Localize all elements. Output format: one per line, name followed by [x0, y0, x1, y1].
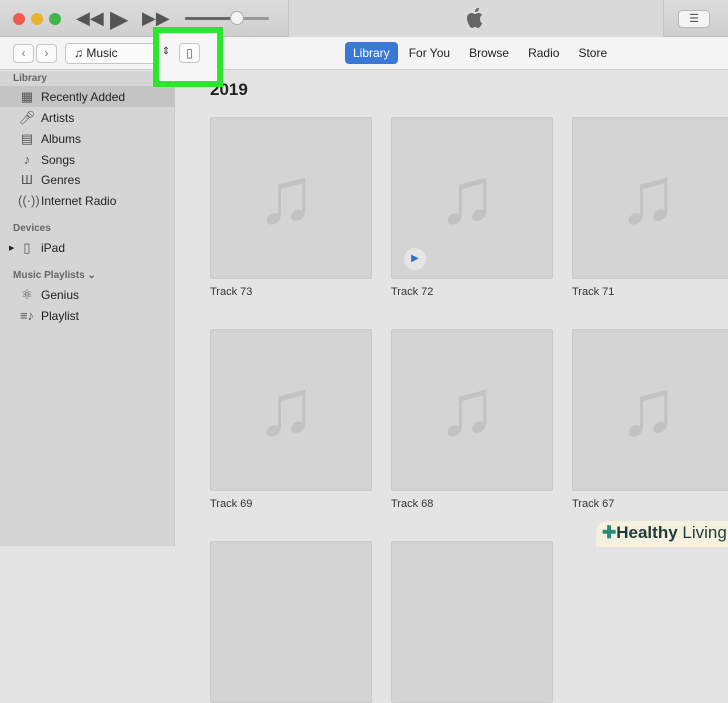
track-title[interactable]: Track 71 [572, 286, 614, 298]
sidebar-item-songs[interactable]: ♪ Songs [0, 149, 175, 170]
fast-forward-icon[interactable]: ▶▶ [142, 8, 170, 29]
sidebar-item-recently-added[interactable]: ▦ Recently Added [0, 86, 175, 107]
tab-bar: Library For You Browse Radio Store [345, 42, 615, 64]
album-tile[interactable]: ♫ ▶ [391, 117, 553, 279]
grid-icon: ▦ [20, 88, 34, 104]
antenna-icon: ((·)) [18, 193, 40, 208]
up-next-button[interactable]: ☰ [678, 10, 710, 28]
music-note-icon: ♫ [256, 151, 316, 240]
track-title[interactable]: Track 73 [210, 286, 252, 298]
music-note-icon: ♫ [74, 46, 83, 60]
rewind-icon[interactable]: ◀◀ [76, 8, 104, 29]
sidebar: Library ▦ Recently Added 🎤︎ Artists ▤ Album… [0, 71, 175, 546]
track-title[interactable]: Track 69 [210, 498, 252, 510]
minimize-button[interactable] [31, 13, 43, 25]
album-icon: ▤ [20, 130, 34, 146]
volume-slider[interactable] [185, 17, 269, 20]
music-note-icon: ♫ [618, 151, 678, 240]
album-tile[interactable] [391, 541, 553, 703]
sidebar-item-playlist[interactable]: ≡♪ Playlist [0, 305, 175, 326]
sidebar-item-albums[interactable]: ▤ Albums [0, 128, 175, 149]
play-button[interactable]: ▶ [404, 248, 426, 270]
close-button[interactable] [13, 13, 25, 25]
music-note-icon: ♫ [437, 151, 497, 240]
album-tile[interactable]: ♫ [391, 329, 553, 491]
library-heading: Library [13, 73, 47, 84]
track-title[interactable]: Track 67 [572, 498, 614, 510]
back-button[interactable]: ‹ [13, 44, 34, 63]
tab-store[interactable]: Store [570, 42, 615, 64]
chevron-down-icon: ⌄ [87, 270, 96, 281]
volume-knob[interactable] [230, 11, 244, 25]
zoom-button[interactable] [49, 13, 61, 25]
watermark-logo: ✚Healthy Living [596, 521, 728, 547]
tab-browse[interactable]: Browse [461, 42, 517, 64]
music-note-icon: ♫ [618, 363, 678, 452]
music-note-icon: ♫ [256, 363, 316, 452]
album-tile[interactable]: ♫ [572, 329, 728, 491]
album-tile[interactable]: ♫ [572, 117, 728, 279]
highlight-box [153, 27, 223, 87]
album-tile[interactable] [210, 541, 372, 703]
devices-heading: Devices [13, 223, 51, 234]
playlist-icon: ≡♪ [19, 308, 35, 323]
play-icon[interactable]: ▶ [110, 5, 128, 34]
music-note-icon: ♪ [23, 152, 31, 167]
genres-icon: Ш [21, 172, 33, 187]
album-tile[interactable]: ♫ [210, 117, 372, 279]
tab-library[interactable]: Library [345, 42, 398, 64]
ipad-icon: ▯ [23, 239, 31, 255]
tab-radio[interactable]: Radio [520, 42, 567, 64]
sidebar-item-ipad[interactable]: ▶ ▯ iPad [0, 237, 175, 258]
tab-for-you[interactable]: For You [401, 42, 458, 64]
track-title[interactable]: Track 72 [391, 286, 433, 298]
music-note-icon: ♫ [437, 363, 497, 452]
music-playlists-heading[interactable]: Music Playlists ⌄ [13, 270, 96, 281]
album-tile[interactable]: ♫ [210, 329, 372, 491]
sidebar-item-genius[interactable]: ⚛ Genius [0, 284, 175, 305]
forward-button[interactable]: › [36, 44, 57, 63]
sidebar-item-internet-radio[interactable]: ((·)) Internet Radio [0, 190, 175, 211]
atom-icon: ⚛ [21, 286, 33, 302]
title-bar: ◀◀ ▶ ▶▶ ☰ [0, 0, 728, 37]
apple-logo-icon [467, 8, 482, 28]
sidebar-item-artists[interactable]: 🎤︎ Artists [0, 107, 175, 128]
microphone-icon: 🎤︎ [18, 109, 36, 125]
disclosure-triangle-icon[interactable]: ▶ [9, 244, 14, 252]
track-title[interactable]: Track 68 [391, 498, 433, 510]
sidebar-item-genres[interactable]: Ш Genres [0, 169, 175, 190]
